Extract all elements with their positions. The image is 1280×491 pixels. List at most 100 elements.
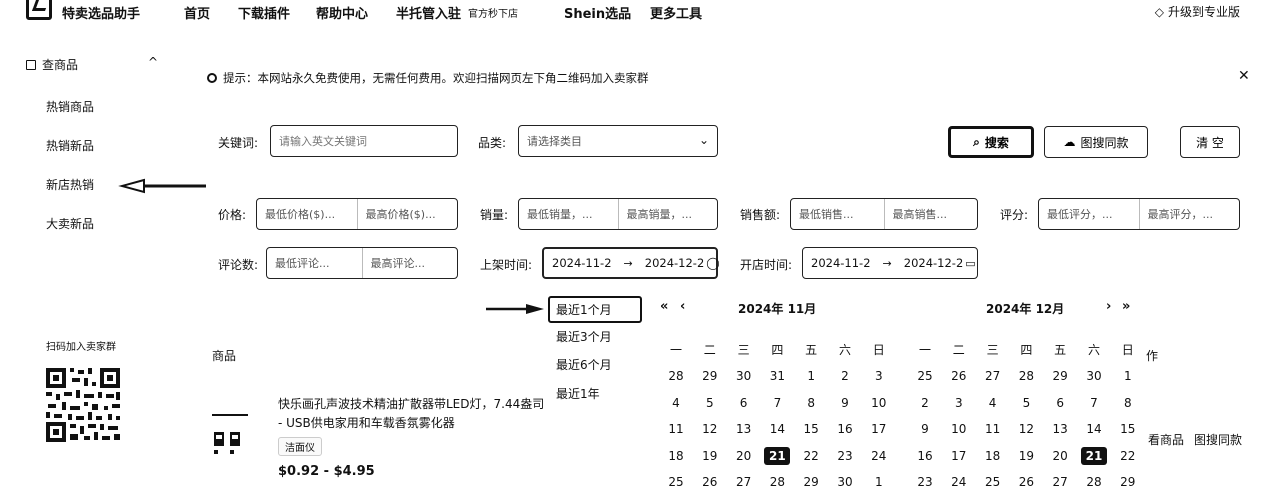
close-icon[interactable]: ✕: [1238, 68, 1250, 84]
calendar-day[interactable]: 14: [764, 422, 790, 436]
reviews-min-input[interactable]: 最低评论...: [267, 248, 362, 278]
calendar-day[interactable]: 26: [697, 475, 723, 489]
calendar-day[interactable]: 26: [946, 369, 972, 383]
calendar-day[interactable]: 30: [731, 369, 757, 383]
calendar-day[interactable]: 27: [731, 475, 757, 489]
calendar-day[interactable]: 6: [1047, 396, 1073, 410]
reviews-max-input[interactable]: 最高评论...: [361, 248, 458, 278]
product-title-line-2[interactable]: - USB供电家用和车载香氛雾化器: [278, 414, 455, 431]
calendar-day[interactable]: 27: [1047, 475, 1073, 489]
calendar-day[interactable]: 15: [1115, 422, 1141, 436]
calendar-day[interactable]: 29: [1047, 369, 1073, 383]
listed-date-range[interactable]: 2024-11-2 → 2024-12-2 ◯: [542, 247, 720, 279]
search-button[interactable]: ⌕ 搜索: [948, 126, 1034, 158]
nav-download[interactable]: 下载插件: [238, 3, 290, 22]
calendar-day[interactable]: 25: [663, 475, 689, 489]
calendar-day[interactable]: 15: [798, 422, 824, 436]
nav-official-shop[interactable]: 官方秒下店: [468, 5, 518, 20]
calendar-day[interactable]: 11: [980, 422, 1006, 436]
calendar-day[interactable]: 28: [1013, 369, 1039, 383]
logo-icon[interactable]: [26, 0, 52, 20]
calendar-day[interactable]: 18: [980, 449, 1006, 463]
quick-range-3-months[interactable]: 最近3个月: [556, 328, 612, 345]
clear-circle-icon[interactable]: ◯: [706, 256, 719, 270]
calendar-day[interactable]: 16: [912, 449, 938, 463]
category-select[interactable]: 请选择类目 ⌄: [518, 125, 718, 157]
prev-year-icon[interactable]: «: [660, 299, 668, 314]
calendar-day[interactable]: 7: [1081, 396, 1107, 410]
sales-max-input[interactable]: 最高销量，...: [617, 199, 718, 229]
calendar-day[interactable]: 28: [764, 475, 790, 489]
sidebar-section-search[interactable]: 查商品: [26, 56, 78, 73]
calendar-day[interactable]: 14: [1081, 422, 1107, 436]
calendar-day[interactable]: 23: [912, 475, 938, 489]
calendar-day[interactable]: 23: [832, 449, 858, 463]
calendar-day[interactable]: 28: [663, 369, 689, 383]
shop-start-date[interactable]: 2024-11-2: [803, 256, 879, 270]
calendar-day[interactable]: 3: [946, 396, 972, 410]
calendar-day[interactable]: 30: [832, 475, 858, 489]
next-year-icon[interactable]: »: [1122, 299, 1130, 314]
image-search-button[interactable]: ☁ 图搜同款: [1044, 126, 1148, 158]
calendar-day[interactable]: 4: [663, 396, 689, 410]
calendar-day[interactable]: 25: [980, 475, 1006, 489]
calendar-day[interactable]: 6: [731, 396, 757, 410]
calendar-day[interactable]: 16: [832, 422, 858, 436]
calendar-day[interactable]: 22: [1115, 449, 1141, 463]
calendar-day[interactable]: 17: [866, 422, 892, 436]
calendar-day[interactable]: 1: [798, 369, 824, 383]
prev-month-icon[interactable]: ‹: [680, 299, 685, 314]
sidebar-item-hot-products[interactable]: 热销商品: [46, 98, 94, 115]
product-title-line-1[interactable]: 快乐画孔声波技术精油扩散器带LED灯，7.44盎司: [278, 395, 546, 412]
calendar-day[interactable]: 12: [697, 422, 723, 436]
calendar-day[interactable]: 30: [1081, 369, 1107, 383]
rating-min-input[interactable]: 最低评分，...: [1039, 199, 1139, 229]
calendar-day[interactable]: 24: [866, 449, 892, 463]
upgrade-link[interactable]: ◇ 升级到专业版: [1155, 3, 1240, 20]
calendar-day[interactable]: 13: [731, 422, 757, 436]
calendar-day[interactable]: 3: [866, 369, 892, 383]
brand-name[interactable]: 特卖选品助手: [62, 3, 140, 22]
calendar-day-today[interactable]: 21: [764, 446, 791, 465]
rating-range[interactable]: 最低评分，... 最高评分，...: [1038, 198, 1240, 230]
listed-end-date[interactable]: 2024-12-2: [637, 256, 713, 270]
calendar-day[interactable]: 29: [1115, 475, 1141, 489]
calendar-day[interactable]: 7: [764, 396, 790, 410]
calendar-day[interactable]: 8: [1115, 396, 1141, 410]
product-thumbnail[interactable]: [210, 412, 250, 462]
calendar-day[interactable]: 12: [1013, 422, 1039, 436]
calendar-day[interactable]: 29: [798, 475, 824, 489]
price-min-input[interactable]: 最低价格($)...: [257, 199, 357, 229]
revenue-max-input[interactable]: 最高销售...: [883, 199, 978, 229]
calendar-day[interactable]: 17: [946, 449, 972, 463]
sidebar-item-big-seller-new[interactable]: 大卖新品: [46, 215, 94, 232]
calendar-day[interactable]: 1: [866, 475, 892, 489]
reviews-range[interactable]: 最低评论... 最高评论...: [266, 247, 458, 279]
image-search-link[interactable]: 图搜同款: [1194, 431, 1242, 448]
calendar-day[interactable]: 8: [798, 396, 824, 410]
quick-range-1-year[interactable]: 最近1年: [556, 385, 600, 402]
calendar-day[interactable]: 28: [1081, 475, 1107, 489]
nav-help[interactable]: 帮助中心: [316, 3, 368, 22]
calendar-day[interactable]: 11: [663, 422, 689, 436]
rating-max-input[interactable]: 最高评分，...: [1138, 199, 1240, 229]
calendar-day[interactable]: 27: [980, 369, 1006, 383]
calendar-day[interactable]: 4: [980, 396, 1006, 410]
calendar-day-today[interactable]: 21: [1081, 446, 1107, 465]
calendar-day[interactable]: 2: [912, 396, 938, 410]
calendar-day[interactable]: 13: [1047, 422, 1073, 436]
sidebar-item-hot-new[interactable]: 热销新品: [46, 137, 94, 154]
calendar-day[interactable]: 20: [1047, 449, 1073, 463]
calendar-day[interactable]: 9: [912, 422, 938, 436]
nav-home[interactable]: 首页: [184, 3, 210, 22]
nav-more-tools[interactable]: 更多工具: [650, 3, 702, 22]
sales-range[interactable]: 最低销量，... 最高销量，...: [518, 198, 718, 230]
calendar-day[interactable]: 5: [1013, 396, 1039, 410]
next-month-icon[interactable]: ›: [1106, 299, 1111, 314]
nav-semi-managed[interactable]: 半托管入驻: [396, 3, 461, 22]
calendar-day[interactable]: 20: [731, 449, 757, 463]
view-product-link[interactable]: 看商品: [1148, 431, 1184, 448]
clear-button[interactable]: 清 空: [1180, 126, 1240, 158]
calendar-day[interactable]: 10: [866, 396, 892, 410]
calendar-day[interactable]: 25: [912, 369, 938, 383]
